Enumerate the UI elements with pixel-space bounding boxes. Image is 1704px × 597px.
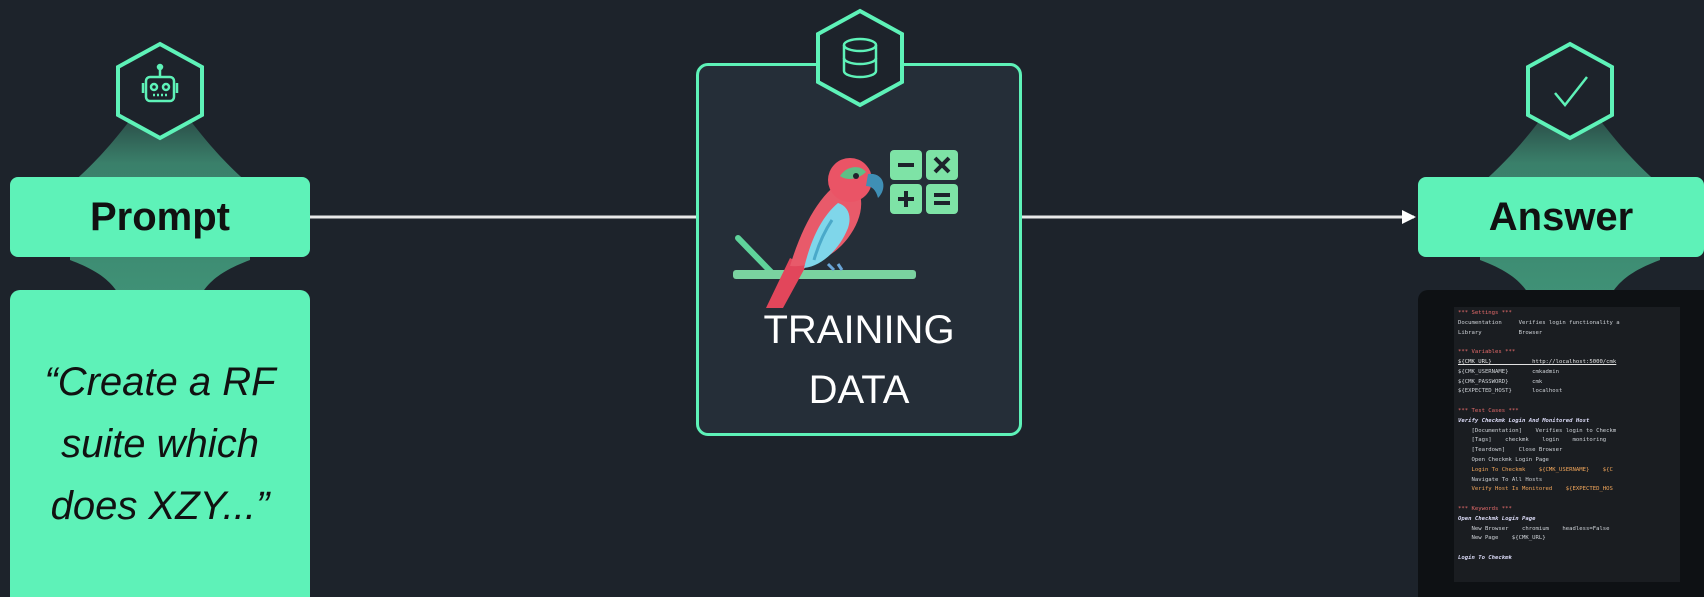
- training-hexagon: [816, 8, 904, 108]
- training-data-label: TRAINING DATA: [696, 300, 1022, 420]
- code-line: New Browser chromium headless=False: [1458, 525, 1610, 532]
- answer-code-snippet: *** Settings *** Documentation Verifies l…: [1454, 307, 1680, 582]
- code-line: *** Keywords ***: [1458, 505, 1512, 512]
- parrot-calculator-illustration: [733, 150, 958, 308]
- code-line: [Teardown] Close Browser: [1458, 447, 1563, 454]
- calculator-icon: [890, 150, 958, 214]
- code-line: ${CMK_URL} http://localhost:5000/cmk: [1458, 358, 1617, 365]
- code-line: ${EXPECTED_HOST} localhost: [1458, 388, 1563, 395]
- code-line: ${CMK_USERNAME} cmkadmin: [1458, 368, 1560, 375]
- training-label-line2: DATA: [808, 368, 910, 412]
- prompt-text-card: “Create a RF suite which does XZY...”: [10, 290, 310, 597]
- code-line: Login To Checkmk ${CMK_USERNAME} ${C: [1458, 466, 1613, 473]
- training-label-line1: TRAINING: [763, 308, 955, 352]
- code-line: *** Settings ***: [1458, 310, 1512, 316]
- code-line: New Page ${CMK_URL}: [1458, 535, 1546, 542]
- code-line: Login To Checkmk: [1458, 554, 1512, 561]
- code-line: *** Test Cases ***: [1458, 407, 1519, 414]
- code-line: ${CMK_PASSWORD} cmk: [1458, 378, 1543, 385]
- code-line: *** Variables ***: [1458, 349, 1516, 356]
- code-line: Verify Checkmk Login And Monitored Host: [1458, 417, 1590, 424]
- answer-hexagon: [1526, 41, 1614, 141]
- code-line: Navigate To All Hosts: [1458, 476, 1543, 483]
- code-line: Library Browser: [1458, 329, 1543, 336]
- prompt-hexagon: [116, 41, 204, 141]
- code-line: Verify Host Is Monitored ${EXPECTED_HOS: [1458, 486, 1613, 493]
- code-line: [Tags] checkmk login monitoring: [1458, 437, 1607, 444]
- code-line: [Documentation] Verifies login to Checkm: [1458, 427, 1617, 434]
- prompt-label: Prompt: [10, 177, 310, 257]
- answer-label: Answer: [1418, 177, 1704, 257]
- code-line: Open Checkmk Login Page: [1458, 456, 1549, 463]
- code-line: Open Checkmk Login Page: [1458, 515, 1536, 522]
- code-line: Documentation Verifies login functionali…: [1458, 319, 1620, 326]
